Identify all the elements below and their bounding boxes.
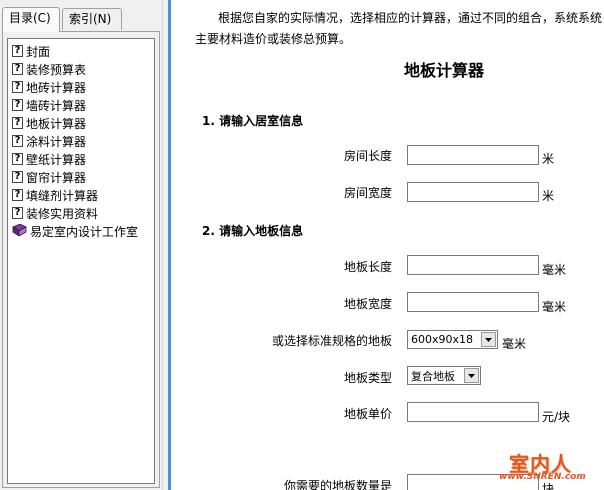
toc-item[interactable]: ? 装修预算表	[12, 60, 86, 78]
section-room-info-heading: 1. 请输入居室信息	[202, 114, 304, 128]
unit-price-input[interactable]	[407, 402, 539, 422]
help-navigation-pane: 目录(C) 索引(N) ? 封面? 装修预算表? 地砖计算器? 墙砖计算器? 地板计算器?…	[0, 0, 162, 490]
help-page-icon: ?	[12, 135, 23, 147]
toc-tree: ? 封面? 装修预算表? 地砖计算器? 墙砖计算器? 地板计算器? 涂料计算器? 壁纸计算器?…	[7, 38, 155, 484]
toc-item[interactable]: ? 壁纸计算器	[12, 150, 86, 168]
tab-contents[interactable]: 目录(C)	[2, 7, 60, 32]
room-width-input[interactable]	[407, 182, 539, 202]
chevron-down-icon[interactable]	[481, 332, 496, 347]
standard-spec-select[interactable]: 600x90x18	[407, 330, 498, 349]
help-page-icon: ?	[12, 81, 23, 93]
toc-item-label: 地板计算器	[26, 116, 87, 131]
toc-item-label: 填缝剂计算器	[26, 188, 99, 203]
toc-item[interactable]: ? 涂料计算器	[12, 132, 86, 150]
floor-width-input[interactable]	[407, 292, 539, 312]
unit-price-label: 地板单价	[343, 407, 392, 421]
help-page-icon: ?	[12, 171, 23, 183]
toc-item-label: 封面	[26, 44, 51, 59]
chevron-down-icon[interactable]	[464, 368, 479, 383]
help-page-icon: ?	[12, 153, 23, 165]
floor-type-label: 地板类型	[343, 371, 392, 385]
toc-item[interactable]: ? 装修实用资料	[12, 204, 98, 222]
toc-item-label: 涂料计算器	[26, 134, 87, 149]
watermark-logo: 室内人 www.SNREN.com	[487, 449, 599, 487]
toc-item-label: 装修预算表	[26, 62, 87, 77]
toc-item[interactable]: ? 封面	[12, 42, 50, 60]
room-length-unit: 米	[542, 152, 555, 166]
intro-text-line-2: 主要材料造价或装修总预算。	[195, 32, 352, 46]
floor-quantity-label: 你需要的地板数量是	[283, 479, 392, 490]
tab-panel: ? 封面? 装修预算表? 地砖计算器? 墙砖计算器? 地板计算器? 涂料计算器? 壁纸计算器?…	[2, 31, 160, 488]
section-floor-info-heading: 2. 请输入地板信息	[202, 224, 304, 238]
toc-item-label: 易定室内设计工作室	[30, 224, 139, 239]
floor-length-label: 地板长度	[343, 260, 392, 274]
toc-item-label: 装修实用资料	[26, 206, 99, 221]
content-pane: 根据您自家的实际情况，选择相应的计算器，通过不同的组合，系统系统 主要材料造价或…	[171, 0, 604, 490]
toc-item[interactable]: ? 填缝剂计算器	[12, 186, 98, 204]
floor-type-value: 复合地板	[411, 369, 455, 383]
toc-item-label: 地砖计算器	[26, 80, 87, 95]
standard-spec-label: 或选择标准规格的地板	[271, 334, 392, 348]
book-icon	[12, 223, 27, 239]
toc-item[interactable]: ? 地砖计算器	[12, 78, 86, 96]
toc-item[interactable]: ? 地板计算器	[12, 114, 86, 132]
standard-spec-value: 600x90x18	[411, 333, 474, 346]
toc-item-label: 墙砖计算器	[26, 98, 87, 113]
intro-text-line-1: 根据您自家的实际情况，选择相应的计算器，通过不同的组合，系统系统	[218, 11, 603, 25]
unit-price-unit: 元/块	[542, 410, 571, 424]
watermark-url: www.SNREN.com	[499, 472, 586, 482]
toc-item-label: 壁纸计算器	[26, 152, 87, 167]
floor-length-unit: 毫米	[542, 263, 567, 277]
help-page-icon: ?	[12, 45, 23, 57]
room-length-label: 房间长度	[343, 149, 392, 163]
room-width-label: 房间宽度	[343, 186, 392, 200]
toc-item[interactable]: ? 墙砖计算器	[12, 96, 86, 114]
room-width-unit: 米	[542, 189, 555, 203]
toc-item-label: 窗帘计算器	[26, 170, 87, 185]
help-page-icon: ?	[12, 207, 23, 219]
help-page-icon: ?	[12, 99, 23, 111]
floor-length-input[interactable]	[407, 255, 539, 275]
floor-type-select[interactable]: 复合地板	[407, 366, 481, 385]
page-title: 地板计算器	[404, 61, 485, 80]
room-length-input[interactable]	[407, 145, 539, 165]
help-page-icon: ?	[12, 189, 23, 201]
tab-index[interactable]: 索引(N)	[62, 8, 122, 30]
floor-width-unit: 毫米	[542, 300, 567, 314]
standard-spec-unit: 毫米	[502, 337, 527, 351]
help-page-icon: ?	[12, 63, 23, 75]
toc-item[interactable]: 易定室内设计工作室	[12, 222, 138, 240]
toc-item[interactable]: ? 窗帘计算器	[12, 168, 86, 186]
floor-width-label: 地板宽度	[343, 297, 392, 311]
help-page-icon: ?	[12, 117, 23, 129]
